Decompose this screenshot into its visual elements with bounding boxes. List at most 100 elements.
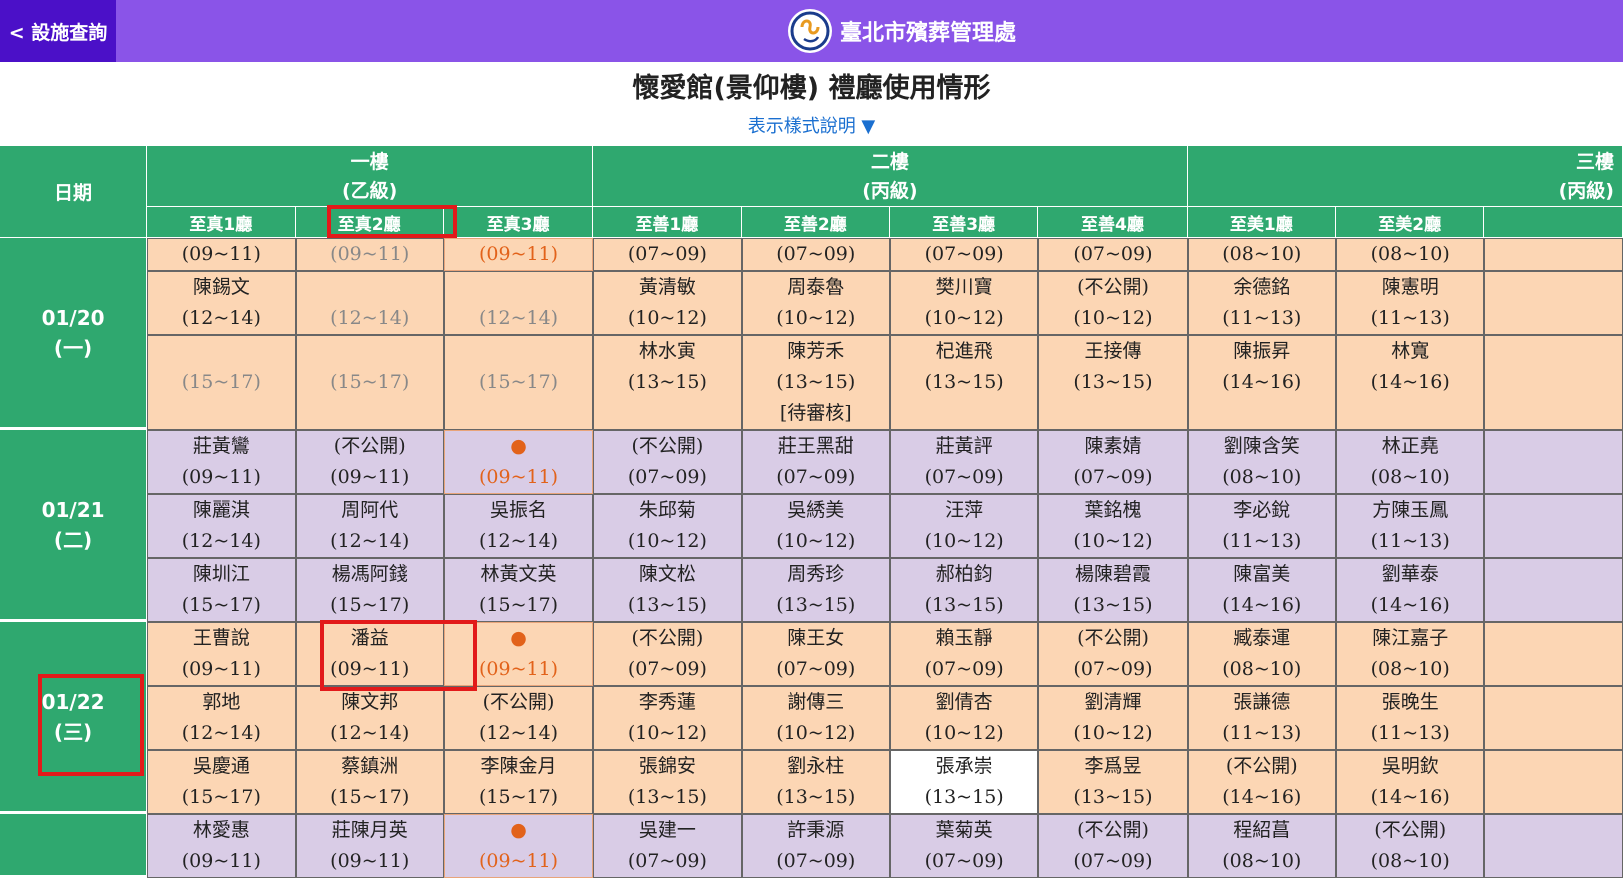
booking-cell[interactable]: (09~11)	[295, 238, 444, 271]
booking-cell[interactable]: 王接傳 (13~15)	[1038, 335, 1188, 430]
booking-cell[interactable]: (08~10)	[1187, 238, 1336, 271]
hall-header[interactable]: 至善1廳	[593, 207, 742, 238]
booking-cell[interactable]: 李必銳 (11~13)	[1187, 494, 1336, 558]
booking-cell[interactable]: (08~10)	[1336, 238, 1485, 271]
booking-cell[interactable]: (09~11)	[147, 238, 296, 271]
booking-cell[interactable]: 謝傳三 (10~12)	[741, 686, 890, 750]
booking-cell[interactable]: 吳明欽 (14~16)	[1336, 750, 1485, 814]
booking-cell[interactable]	[1484, 686, 1623, 750]
booking-cell[interactable]	[1484, 558, 1623, 622]
booking-cell[interactable]: (15~17)	[295, 335, 444, 430]
back-to-facility-search-button[interactable]: < 設施查詢	[0, 0, 116, 62]
booking-cell[interactable]: 林愛惠 (09~11)	[147, 814, 296, 878]
booking-cell[interactable]: 陳江嘉子 (08~10)	[1336, 622, 1485, 686]
booking-cell[interactable]: 張錦安 (13~15)	[593, 750, 742, 814]
hall-header[interactable]: 至美2廳	[1336, 207, 1485, 238]
booking-cell[interactable]: (不公開) (07~09)	[593, 622, 742, 686]
booking-cell[interactable]: 方陳玉鳳 (11~13)	[1336, 494, 1485, 558]
booking-cell[interactable]: 劉永柱 (13~15)	[741, 750, 890, 814]
booking-cell[interactable]: (07~09)	[1038, 238, 1188, 271]
booking-cell[interactable]	[1484, 238, 1623, 271]
booking-cell[interactable]	[1484, 494, 1623, 558]
booking-cell[interactable]: 杞進飛 (13~15)	[889, 335, 1039, 430]
booking-cell[interactable]: ● (09~11)	[443, 814, 594, 878]
booking-cell[interactable]: 劉清輝 (10~12)	[1038, 686, 1188, 750]
booking-cell[interactable]: (不公開) (12~14)	[443, 686, 594, 750]
booking-cell[interactable]: 莊黃鸞 (09~11)	[147, 430, 296, 494]
booking-cell[interactable]: 周阿代 (12~14)	[295, 494, 444, 558]
booking-cell[interactable]: (15~17)	[147, 335, 296, 430]
booking-cell[interactable]: 陳富美 (14~16)	[1187, 558, 1336, 622]
booking-cell[interactable]: 郭地 (12~14)	[147, 686, 296, 750]
booking-cell[interactable]: 林黃文英 (15~17)	[443, 558, 594, 622]
booking-cell[interactable]: 葉菊英 (07~09)	[889, 814, 1039, 878]
booking-cell[interactable]: 莊黃評 (07~09)	[889, 430, 1039, 494]
booking-cell[interactable]: 吳慶通 (15~17)	[147, 750, 296, 814]
booking-cell[interactable]: 陳圳江 (15~17)	[147, 558, 296, 622]
booking-cell[interactable]	[1484, 335, 1623, 430]
booking-cell[interactable]: 吳建一 (07~09)	[593, 814, 742, 878]
booking-cell[interactable]: 陳文邦 (12~14)	[295, 686, 444, 750]
booking-cell[interactable]: 吳綉美 (10~12)	[741, 494, 890, 558]
booking-cell[interactable]: (07~09)	[889, 238, 1039, 271]
booking-cell[interactable]: (不公開) (07~09)	[1038, 622, 1188, 686]
booking-cell[interactable]: 陳憲明 (11~13)	[1336, 271, 1485, 335]
booking-cell[interactable]: 陳文松 (13~15)	[593, 558, 742, 622]
booking-cell[interactable]: (不公開) (07~09)	[593, 430, 742, 494]
booking-cell[interactable]: 賴玉靜 (07~09)	[889, 622, 1039, 686]
hall-header[interactable]: 至真3廳	[443, 207, 594, 238]
booking-cell[interactable]: 李秀蓮 (10~12)	[593, 686, 742, 750]
booking-cell[interactable]: (15~17)	[443, 335, 594, 430]
booking-cell[interactable]: 劉華泰 (14~16)	[1336, 558, 1485, 622]
hall-header[interactable]: 至美1廳	[1187, 207, 1336, 238]
booking-cell[interactable]: 莊王黑甜 (07~09)	[741, 430, 890, 494]
booking-cell[interactable]: 葉銘槐 (10~12)	[1038, 494, 1188, 558]
booking-cell[interactable]: 許秉源 (07~09)	[741, 814, 890, 878]
booking-cell[interactable]: 陳錫文 (12~14)	[147, 271, 296, 335]
booking-cell[interactable]: 楊馮阿錢 (15~17)	[295, 558, 444, 622]
booking-cell[interactable]: 劉倩杏 (10~12)	[889, 686, 1039, 750]
booking-cell[interactable]: 王曹說 (09~11)	[147, 622, 296, 686]
booking-cell[interactable]: 蔡鎮洲 (15~17)	[295, 750, 444, 814]
hall-header[interactable]: 至善2廳	[741, 207, 890, 238]
booking-cell[interactable]: (不公開) (07~09)	[1038, 814, 1188, 878]
booking-cell[interactable]: 潘益 (09~11)	[295, 622, 444, 686]
booking-cell[interactable]: (12~14)	[443, 271, 594, 335]
booking-cell[interactable]	[1484, 430, 1623, 494]
booking-cell[interactable]: 陳芳禾 (13~15) [待審核]	[741, 335, 890, 430]
booking-cell[interactable]: 李陳金月 (15~17)	[443, 750, 594, 814]
booking-cell[interactable]: 張晚生 (11~13)	[1336, 686, 1485, 750]
hall-header[interactable]: 至善4廳	[1038, 207, 1188, 238]
booking-cell[interactable]: 楊陳碧霞 (13~15)	[1038, 558, 1188, 622]
booking-cell[interactable]: 吳振名 (12~14)	[443, 494, 594, 558]
booking-cell[interactable]: (07~09)	[741, 238, 890, 271]
booking-cell[interactable]: 周秀珍 (13~15)	[741, 558, 890, 622]
booking-cell[interactable]: 樊川寶 (10~12)	[889, 271, 1039, 335]
hall-header[interactable]: 至真2廳	[295, 207, 444, 238]
booking-cell[interactable]: 陳振昇 (14~16)	[1187, 335, 1336, 430]
booking-cell[interactable]: (不公開) (09~11)	[295, 430, 444, 494]
booking-cell[interactable]: 程紹菖 (08~10)	[1187, 814, 1336, 878]
booking-cell[interactable]: 黃清敏 (10~12)	[593, 271, 742, 335]
hall-header[interactable]	[1484, 207, 1623, 238]
booking-cell[interactable]: 周泰魯 (10~12)	[741, 271, 890, 335]
booking-cell[interactable]	[1484, 271, 1623, 335]
booking-cell[interactable]: 朱邱菊 (10~12)	[593, 494, 742, 558]
booking-cell[interactable]: 陳王女 (07~09)	[741, 622, 890, 686]
booking-cell[interactable]: 劉陳含笑 (08~10)	[1187, 430, 1336, 494]
booking-cell[interactable]: 陳素婧 (07~09)	[1038, 430, 1188, 494]
booking-cell[interactable]: 林水寅 (13~15)	[593, 335, 742, 430]
booking-cell[interactable]	[1484, 750, 1623, 814]
booking-cell[interactable]: 李爲昱 (13~15)	[1038, 750, 1188, 814]
booking-cell[interactable]: 郝柏鈞 (13~15)	[889, 558, 1039, 622]
booking-cell[interactable]: (不公開) (08~10)	[1336, 814, 1485, 878]
booking-cell[interactable]: 莊陳月英 (09~11)	[295, 814, 444, 878]
booking-cell[interactable]: (不公開) (14~16)	[1187, 750, 1336, 814]
booking-cell[interactable]	[1484, 814, 1623, 878]
booking-cell[interactable]: ● (09~11)	[443, 430, 594, 494]
booking-cell[interactable]: 林寬 (14~16)	[1336, 335, 1485, 430]
booking-cell[interactable]: 張承崇 (13~15)	[889, 750, 1039, 814]
booking-cell[interactable]: (12~14)	[295, 271, 444, 335]
hall-header[interactable]: 至善3廳	[889, 207, 1039, 238]
booking-cell[interactable]: 臧泰運 (08~10)	[1187, 622, 1336, 686]
